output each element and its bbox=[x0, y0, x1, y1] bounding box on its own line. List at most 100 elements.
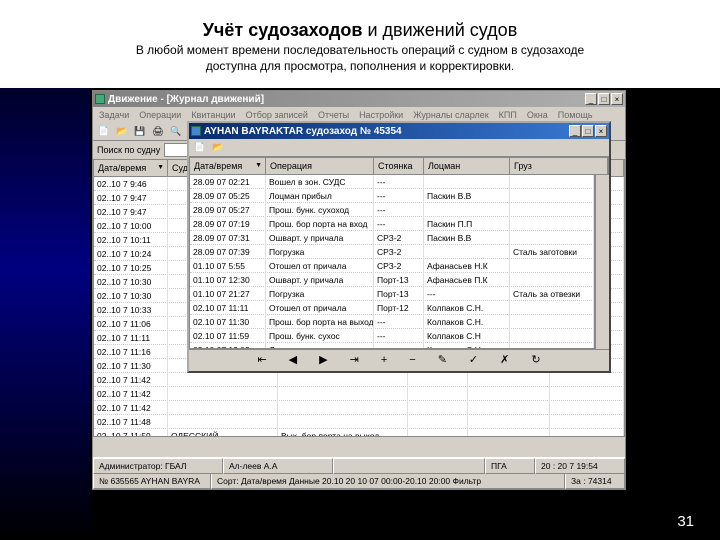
menu-item[interactable]: Журналы сларлек bbox=[413, 110, 488, 120]
cell: Лоцман прибыл bbox=[266, 189, 374, 203]
table-row[interactable]: 28.09 07 02:21Вошел в зон. СУДС--- bbox=[190, 175, 594, 189]
nav-button[interactable]: ◀ bbox=[285, 353, 301, 366]
menu-item[interactable]: Отбор записей bbox=[246, 110, 308, 120]
cell: 02..10 7 11:16 bbox=[94, 345, 168, 359]
maximize-button[interactable]: □ bbox=[598, 93, 610, 105]
table-row[interactable]: 02..10 7 11:42 bbox=[94, 401, 624, 415]
table-row[interactable]: 01.10 07 21:27ПогрузкаПорт-13---Сталь за… bbox=[190, 287, 594, 301]
cell: Колпаков С.Н. bbox=[424, 343, 510, 350]
cell: 01.10 07 12:30 bbox=[190, 273, 266, 287]
table-row[interactable]: 02.10 07 11:11Отошел от причалаПорт-12Ко… bbox=[190, 301, 594, 315]
cell: Отошел от причала bbox=[266, 301, 374, 315]
cell bbox=[510, 259, 594, 273]
child-close-button[interactable]: × bbox=[595, 125, 607, 137]
nav-button[interactable]: ▶ bbox=[315, 353, 331, 366]
child-tool-icon[interactable]: 📄 bbox=[192, 140, 208, 155]
cell bbox=[510, 217, 594, 231]
child-maximize-button[interactable]: □ bbox=[582, 125, 594, 137]
cell: 02..10 7 10:30 bbox=[94, 275, 168, 289]
status-shipno: № 635565 AYHAN BAYRA bbox=[93, 473, 211, 489]
nav-button[interactable]: − bbox=[405, 354, 419, 366]
table-row[interactable]: 02.10 07 11:59Прош. бунк. сухос---Колпак… bbox=[190, 329, 594, 343]
cell: Прош. бунк. сухос bbox=[266, 329, 374, 343]
table-row[interactable]: 28.09 07 05:27Прош. бунк. сухоход--- bbox=[190, 203, 594, 217]
cell bbox=[408, 401, 468, 415]
menu-item[interactable]: Операции bbox=[139, 110, 181, 120]
table-row[interactable]: 28.09 07 05:25Лоцман прибыл---Паскин В.В bbox=[190, 189, 594, 203]
cell: 02.10 07 11:11 bbox=[190, 301, 266, 315]
cell bbox=[510, 231, 594, 245]
cell bbox=[550, 429, 624, 438]
cell: 02.10 07 11:30 bbox=[190, 315, 266, 329]
cell bbox=[550, 415, 624, 429]
ccol-pilot[interactable]: Лоцман bbox=[424, 158, 510, 174]
nav-button[interactable]: ⇥ bbox=[346, 353, 363, 366]
menu-item[interactable]: Квитанции bbox=[191, 110, 235, 120]
child-minimize-button[interactable]: _ bbox=[569, 125, 581, 137]
minimize-button[interactable]: _ bbox=[585, 93, 597, 105]
cell: 02..10 7 10:33 bbox=[94, 303, 168, 317]
child-scrollbar[interactable] bbox=[595, 175, 609, 349]
table-row[interactable]: 02.10 07 11:30Прош. бор порта на выход--… bbox=[190, 315, 594, 329]
menu-item[interactable]: Задачи bbox=[99, 110, 129, 120]
child-tool-icon[interactable]: 📂 bbox=[210, 140, 226, 155]
nav-button[interactable]: ⇤ bbox=[253, 353, 270, 366]
cell: 02.10 07 11:59 bbox=[190, 329, 266, 343]
table-row[interactable]: 02..10 7 11:42 bbox=[94, 373, 624, 387]
cell: 02..10 7 11:42 bbox=[94, 401, 168, 415]
cell: Паскин П.П bbox=[424, 217, 510, 231]
nav-button[interactable]: ✗ bbox=[496, 353, 513, 366]
cell bbox=[424, 175, 510, 189]
menu-item[interactable]: Помощь bbox=[558, 110, 593, 120]
cell: Колпаков С.Н. bbox=[424, 315, 510, 329]
child-titlebar[interactable]: AYHAN BAYRAKTAR судозаход № 45354 _ □ × bbox=[189, 123, 609, 139]
table-row[interactable]: 01.10 07 5:55Отошел от причалаСРЗ-2Афана… bbox=[190, 259, 594, 273]
cell bbox=[168, 373, 278, 387]
child-navigator[interactable]: ⇤ ◀ ▶ ⇥ + − ✎ ✓ ✗ ↻ bbox=[189, 349, 609, 369]
nav-button[interactable]: ↻ bbox=[527, 353, 544, 366]
nav-button[interactable]: ✓ bbox=[465, 353, 482, 366]
menu-item[interactable]: КПП bbox=[499, 110, 517, 120]
menu-item[interactable]: Окна bbox=[527, 110, 548, 120]
tool-print-icon[interactable]: 🖨 bbox=[150, 124, 166, 139]
ccol-operation[interactable]: Операция bbox=[266, 158, 374, 174]
table-row[interactable]: 28.09 07 07:31Ошварт. у причалаСРЗ-2Паск… bbox=[190, 231, 594, 245]
table-row[interactable]: 28.09 07 07:39ПогрузкаСРЗ-2Сталь заготов… bbox=[190, 245, 594, 259]
app-icon bbox=[95, 94, 105, 104]
tool-new-icon[interactable]: 📄 bbox=[96, 124, 112, 139]
tool-save-icon[interactable]: 💾 bbox=[132, 124, 148, 139]
nav-button[interactable]: + bbox=[377, 354, 391, 366]
nav-button[interactable]: ✎ bbox=[434, 353, 451, 366]
child-grid-body[interactable]: 28.09 07 02:21Вошел в зон. СУДС---28.09 … bbox=[189, 175, 595, 349]
table-row[interactable]: 02..10 7 11:48 bbox=[94, 415, 624, 429]
cell bbox=[468, 401, 550, 415]
table-row[interactable]: 28.09 07 07:19Прош. бор порта на вход---… bbox=[190, 217, 594, 231]
main-titlebar[interactable]: Движение - [Журнал движений] _ □ × bbox=[93, 91, 625, 107]
status-time: 20 : 20 7 19:54 bbox=[535, 458, 625, 474]
menu-item[interactable]: Отчеты bbox=[318, 110, 349, 120]
ccol-cargo[interactable]: Груз bbox=[510, 158, 608, 174]
child-window-title: AYHAN BAYRAKTAR судозаход № 45354 bbox=[204, 126, 402, 137]
tool-open-icon[interactable]: 📂 bbox=[114, 124, 130, 139]
child-toolbar[interactable]: 📄 📂 bbox=[189, 139, 609, 157]
cell: 02..10 7 10:24 bbox=[94, 247, 168, 261]
cell: Прош. бор порта на вход bbox=[266, 217, 374, 231]
cell bbox=[468, 415, 550, 429]
table-row[interactable]: 01.10 07 12:30Ошварт. у причалаПорт-13Аф… bbox=[190, 273, 594, 287]
cell: Прош. бунк. сухоход bbox=[266, 203, 374, 217]
table-row[interactable]: 02..10 7 11:42 bbox=[94, 387, 624, 401]
cell: 02..10 7 10:30 bbox=[94, 289, 168, 303]
close-button[interactable]: × bbox=[611, 93, 623, 105]
ccol-berth[interactable]: Стоянка bbox=[374, 158, 424, 174]
slide-title: Учёт судозаходов и движений судов bbox=[0, 16, 720, 45]
menu-item[interactable]: Настройки bbox=[359, 110, 403, 120]
cell: Порт-13 bbox=[374, 287, 424, 301]
ccol-datetime[interactable]: Дата/время bbox=[190, 158, 266, 174]
table-row[interactable]: 02.10 07 12:02Лоцман сошел---Колпаков С.… bbox=[190, 343, 594, 349]
cell: --- bbox=[374, 343, 424, 350]
cell: Колпаков С.Н bbox=[424, 329, 510, 343]
col-datetime[interactable]: Дата/время bbox=[94, 160, 168, 176]
table-row[interactable]: 02..10 7 11:59ОДЕССКИЙВых. бор порта на … bbox=[94, 429, 624, 437]
tool-find-icon[interactable]: 🔍 bbox=[168, 124, 184, 139]
cell bbox=[424, 203, 510, 217]
